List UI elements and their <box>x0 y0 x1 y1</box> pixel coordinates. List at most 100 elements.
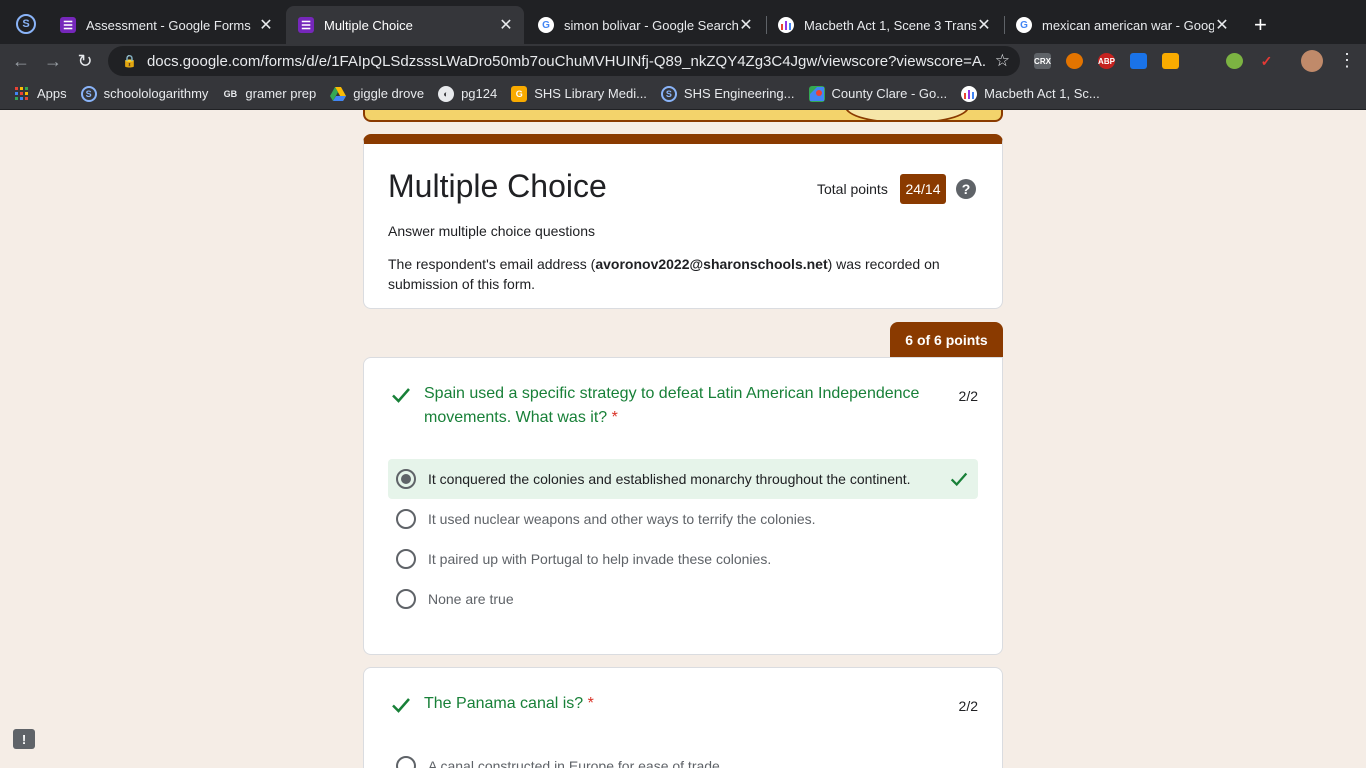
owl-extension-icon[interactable] <box>1066 53 1083 69</box>
answer-option[interactable]: A canal constructed in Europe for ease o… <box>388 746 978 768</box>
tab-mexican-american-war[interactable]: G mexican american war - Google ✕ <box>1004 6 1240 44</box>
tab-title: Macbeth Act 1, Scene 3 Transla <box>804 17 976 33</box>
form-header-image <box>363 110 1003 122</box>
back-arrow-icon[interactable]: ← <box>8 48 34 74</box>
option-label: It conquered the colonies and establishe… <box>428 471 911 487</box>
box-extension-icon[interactable] <box>1162 53 1179 69</box>
schoology-icon: S <box>660 85 677 102</box>
correct-check-icon <box>392 698 410 713</box>
bookmark-pg124[interactable]: ◐ pg124 <box>438 85 498 102</box>
dark-extension-icon[interactable] <box>1194 53 1211 69</box>
google-forms-icon <box>60 17 76 33</box>
bookmark-label: schoolologarithmy <box>103 86 209 101</box>
forward-arrow-icon[interactable]: → <box>40 48 66 74</box>
bookmark-label: County Clare - Go... <box>831 86 948 101</box>
schoology-extension-icon[interactable]: S <box>16 14 36 34</box>
bookmark-label: giggle drove <box>353 86 425 101</box>
required-asterisk: * <box>587 695 594 712</box>
google-forms-icon <box>298 17 314 33</box>
google-drive-icon <box>330 86 347 102</box>
close-tab-icon[interactable]: ✕ <box>498 15 514 35</box>
answer-option[interactable]: It paired up with Portugal to help invad… <box>388 539 978 579</box>
radio-selected-icon[interactable] <box>396 469 416 489</box>
tab-assessment[interactable]: Assessment - Google Forms ✕ <box>48 6 284 44</box>
profile-avatar[interactable] <box>1301 50 1323 72</box>
bookmark-shs-engineering[interactable]: S SHS Engineering... <box>660 85 795 102</box>
respondent-email: avoronov2022@sharonschools.net <box>595 256 828 272</box>
tab-title: simon bolivar - Google Search <box>564 17 738 33</box>
option-label: A canal constructed in Europe for ease o… <box>428 758 720 768</box>
score-badge: 24/14 <box>900 174 946 204</box>
help-icon[interactable]: ? <box>956 179 976 199</box>
correct-check-icon <box>392 388 410 403</box>
question-title: The Panama canal is? <box>424 695 584 712</box>
bookmarks-bar: Apps S schoolologarithmy GB gramer prep … <box>0 78 1366 110</box>
radio-empty-icon[interactable] <box>396 756 416 768</box>
bookmark-schoology[interactable]: S schoolologarithmy <box>80 85 209 102</box>
google-icon: G <box>1016 17 1032 33</box>
option-label: It paired up with Portugal to help invad… <box>428 551 772 567</box>
option-label: None are true <box>428 591 514 607</box>
answer-option[interactable]: It used nuclear weapons and other ways t… <box>388 499 978 539</box>
new-tab-plus-icon[interactable]: + <box>1254 12 1267 38</box>
bookmark-label: Macbeth Act 1, Sc... <box>984 86 1100 101</box>
macbeth-icon <box>778 17 794 33</box>
answer-option[interactable]: None are true <box>388 579 978 619</box>
check-extension-icon[interactable] <box>1130 53 1147 69</box>
question-card: Spain used a specific strategy to defeat… <box>363 357 1003 655</box>
color-extension-icon[interactable] <box>1226 53 1243 69</box>
close-tab-icon[interactable]: ✕ <box>1214 15 1230 35</box>
question-title: Spain used a specific strategy to defeat… <box>424 385 920 426</box>
section-points-badge: 6 of 6 points <box>890 322 1003 358</box>
more-menu-icon[interactable]: ⋮ <box>1338 50 1356 71</box>
bookmark-label: pg124 <box>461 86 498 101</box>
radio-empty-icon[interactable] <box>396 509 416 529</box>
library-icon: G <box>511 85 528 102</box>
adblock-extension-icon[interactable]: ABP <box>1098 53 1115 69</box>
radio-empty-icon[interactable] <box>396 549 416 569</box>
bookmark-shs-library[interactable]: G SHS Library Medi... <box>511 85 647 102</box>
question-points: 2/2 <box>958 698 978 714</box>
gb-icon: GB <box>223 88 238 99</box>
email-note-prefix: The respondent's email address ( <box>388 256 596 272</box>
bookmark-giggle-drove[interactable]: giggle drove <box>330 86 424 102</box>
red-extension-icon[interactable]: ✓ <box>1258 53 1275 69</box>
apps-grid-icon <box>14 86 30 102</box>
google-maps-icon <box>808 85 825 102</box>
required-asterisk: * <box>611 409 618 426</box>
question-points: 2/2 <box>958 388 978 404</box>
url-text[interactable]: docs.google.com/forms/d/e/1FAIpQLSdzsssL… <box>147 53 985 70</box>
email-note: The respondent's email address (avoronov… <box>388 254 968 294</box>
bookmark-apps[interactable]: Apps <box>14 86 67 102</box>
tab-simon-bolivar[interactable]: G simon bolivar - Google Search ✕ <box>526 6 764 44</box>
feedback-icon[interactable]: ! <box>13 729 35 749</box>
reload-icon[interactable]: ↻ <box>72 48 98 74</box>
page-title: Multiple Choice <box>388 168 607 204</box>
correct-check-icon <box>950 472 968 487</box>
close-tab-icon[interactable]: ✕ <box>738 15 754 35</box>
radio-empty-icon[interactable] <box>396 589 416 609</box>
macbeth-icon <box>961 85 978 102</box>
tab-title: mexican american war - Google <box>1042 17 1214 33</box>
question-text: Spain used a specific strategy to defeat… <box>424 382 944 430</box>
total-points-label: Total points <box>817 181 888 197</box>
form-header-card: Multiple Choice Total points 24/14 ? Ans… <box>363 134 1003 309</box>
tab-macbeth[interactable]: Macbeth Act 1, Scene 3 Transla ✕ <box>766 6 1002 44</box>
bookmark-macbeth[interactable]: Macbeth Act 1, Sc... <box>961 85 1100 102</box>
bookmark-gramer-prep[interactable]: GB gramer prep <box>222 86 317 102</box>
option-label: It used nuclear weapons and other ways t… <box>428 511 816 527</box>
answer-option[interactable]: It conquered the colonies and establishe… <box>388 459 978 499</box>
tab-title: Assessment - Google Forms <box>86 17 251 33</box>
lock-icon: 🔒 <box>122 54 137 68</box>
tab-multiple-choice[interactable]: Multiple Choice ✕ <box>286 6 524 44</box>
close-tab-icon[interactable]: ✕ <box>976 15 992 35</box>
bookmark-star-icon[interactable]: ☆ <box>995 51 1010 71</box>
crx-extension-icon[interactable]: CRX <box>1034 53 1051 69</box>
bookmark-label: SHS Library Medi... <box>534 86 647 101</box>
form-description: Answer multiple choice questions <box>388 223 595 239</box>
question-card: The Panama canal is? * 2/2 A canal const… <box>363 667 1003 768</box>
bookmark-county-clare[interactable]: County Clare - Go... <box>808 85 948 102</box>
browser-toolbar: ← → ↻ 🔒 docs.google.com/forms/d/e/1FAIpQ… <box>0 44 1366 78</box>
close-tab-icon[interactable]: ✕ <box>258 15 274 35</box>
address-bar[interactable]: 🔒 docs.google.com/forms/d/e/1FAIpQLSdzss… <box>108 46 1020 76</box>
